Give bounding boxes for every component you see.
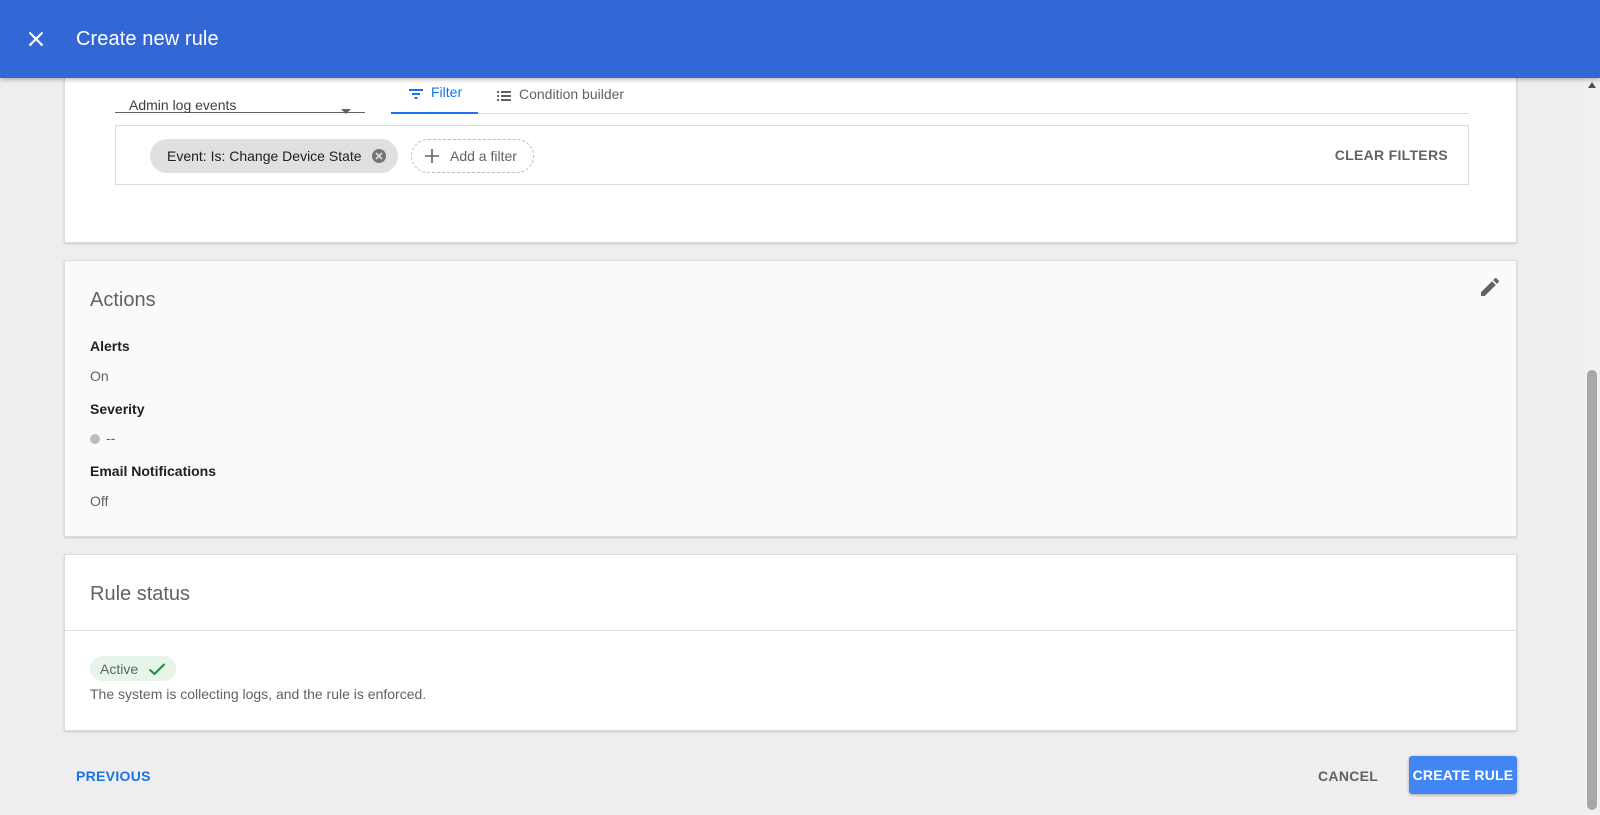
tab-filter[interactable]: Filter — [391, 77, 478, 114]
divider — [65, 630, 1516, 631]
actions-card: Actions Alerts On Severity -- Email Noti… — [64, 260, 1517, 537]
status-description: The system is collecting logs, and the r… — [90, 686, 427, 702]
status-badge: Active — [90, 656, 177, 681]
tab-condition-builder-label: Condition builder — [519, 86, 625, 102]
log-source-select[interactable]: Admin log events — [115, 77, 365, 114]
filter-chip[interactable]: Event: Is: Change Device State — [150, 139, 398, 173]
filter-icon — [409, 89, 423, 99]
app-bar: Create new rule — [0, 0, 1600, 78]
scroll-up-arrow-icon[interactable] — [1588, 82, 1596, 88]
email-notifications-value: Off — [90, 493, 109, 509]
clear-filters-button[interactable]: CLEAR FILTERS — [1335, 147, 1448, 163]
severity-dot-icon — [90, 434, 100, 444]
cancel-button[interactable]: CANCEL — [1318, 768, 1378, 784]
rule-status-title: Rule status — [90, 583, 191, 605]
previous-button[interactable]: PREVIOUS — [76, 768, 151, 784]
severity-value-text: -- — [106, 430, 116, 446]
alerts-label: Alerts — [90, 338, 130, 354]
status-badge-label: Active — [100, 660, 139, 677]
tab-condition-builder[interactable]: Condition builder — [497, 77, 624, 114]
chevron-down-icon — [341, 109, 351, 114]
rule-status-card: Rule status Active The system is collect… — [64, 554, 1517, 731]
filter-bar: Event: Is: Change Device State Add a fil… — [115, 125, 1469, 185]
page-title: Create new rule — [76, 27, 219, 50]
filter-chip-label: Event: Is: Change Device State — [167, 148, 362, 164]
remove-filter-icon[interactable] — [371, 149, 386, 163]
scrollbar[interactable] — [1584, 78, 1600, 815]
close-icon — [28, 31, 44, 47]
create-rule-button[interactable]: CREATE RULE — [1409, 756, 1517, 794]
condition-tabs: Filter Condition builder — [391, 77, 1469, 114]
actions-title: Actions — [90, 289, 156, 311]
severity-value: -- — [90, 430, 115, 446]
plus-icon — [425, 149, 439, 163]
close-button[interactable] — [24, 27, 48, 51]
edit-actions-button[interactable] — [1478, 275, 1502, 299]
add-filter-label: Add a filter — [450, 148, 517, 164]
severity-label: Severity — [90, 401, 145, 417]
log-source-select-value: Admin log events — [129, 97, 237, 113]
pencil-icon — [1481, 277, 1500, 296]
check-icon — [148, 662, 166, 675]
alerts-value: On — [90, 368, 109, 384]
email-notifications-label: Email Notifications — [90, 463, 217, 479]
scrollbar-thumb[interactable] — [1587, 370, 1597, 810]
page-content: Admin log events Filter Condition builde… — [0, 0, 1584, 815]
tab-filter-label: Filter — [431, 84, 463, 100]
add-filter-button[interactable]: Add a filter — [411, 139, 534, 173]
list-icon — [497, 91, 511, 101]
